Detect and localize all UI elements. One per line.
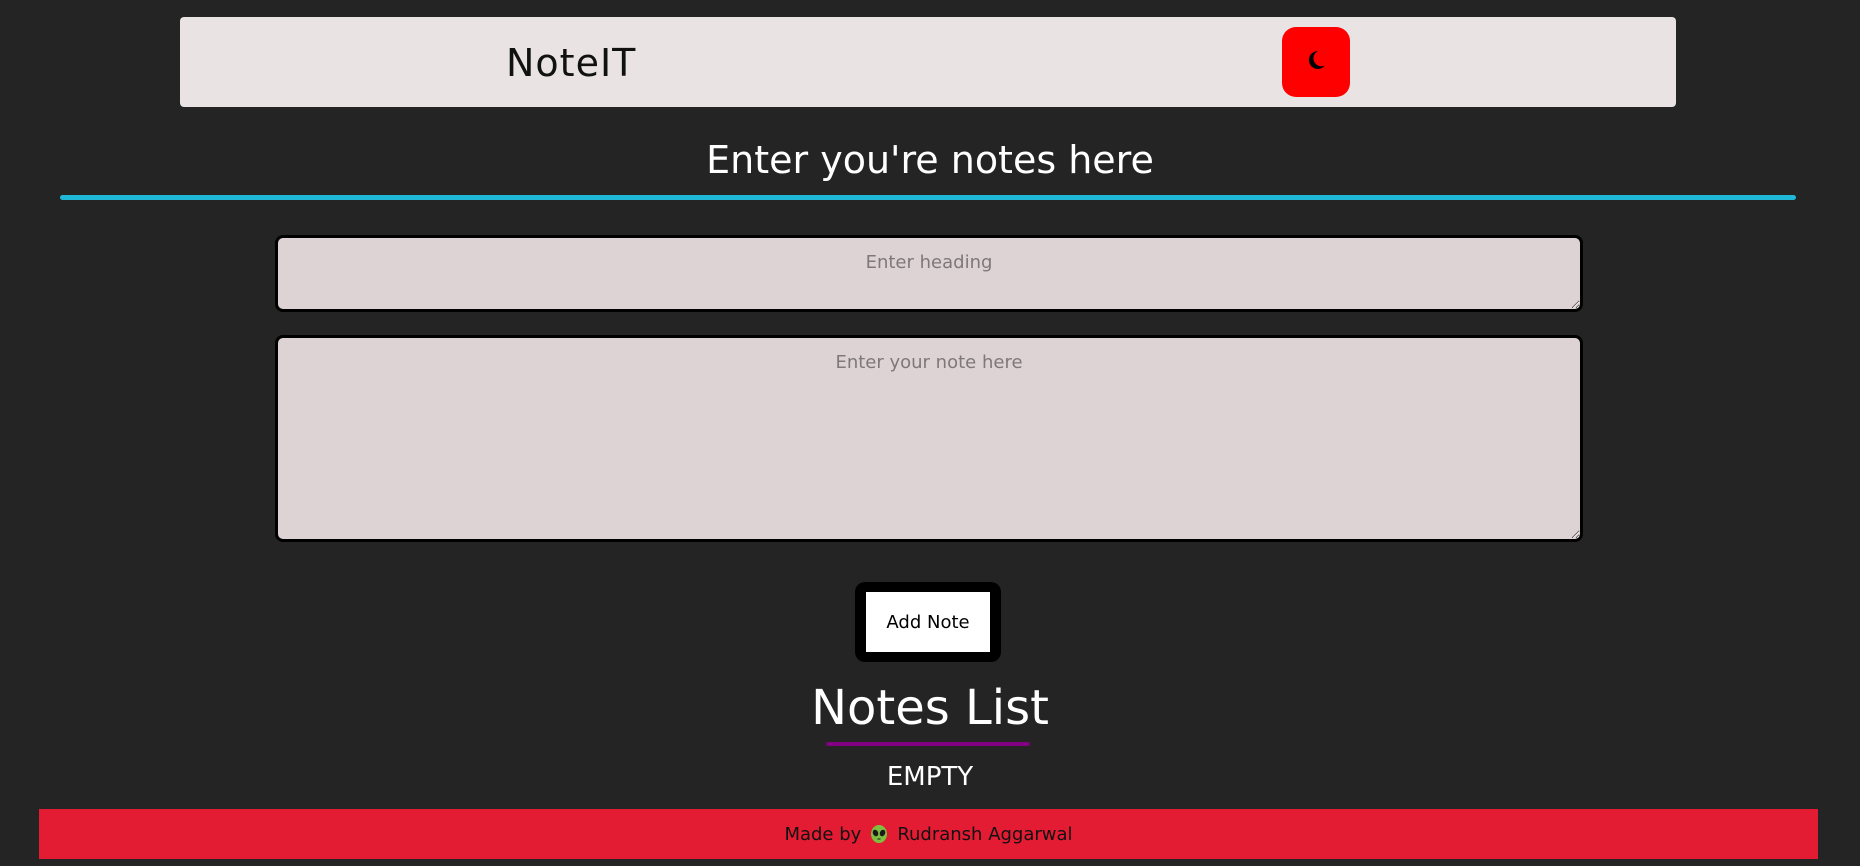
brand-logo[interactable]: NoteIT xyxy=(506,41,636,85)
footer-prefix: Made by xyxy=(784,823,862,845)
notes-list-title: Notes List xyxy=(811,680,1049,736)
notes-list-underline xyxy=(826,742,1030,746)
alien-icon xyxy=(871,825,888,843)
moon-icon xyxy=(1308,50,1325,69)
editor-title: Enter you're notes here xyxy=(706,138,1154,182)
footer: Made by Rudransh Aggarwal xyxy=(39,809,1818,859)
footer-author: Rudransh Aggarwal xyxy=(897,823,1073,845)
note-input[interactable] xyxy=(275,335,1583,542)
notes-empty-message: EMPTY xyxy=(886,762,974,792)
add-note-button[interactable]: Add Note xyxy=(866,592,990,652)
theme-toggle-button[interactable] xyxy=(1282,27,1350,97)
navbar: NoteIT xyxy=(180,17,1676,107)
editor-divider xyxy=(60,195,1796,200)
heading-input[interactable] xyxy=(275,235,1583,312)
add-note-button-frame: Add Note xyxy=(855,582,1001,662)
page: NoteIT Enter you're notes here Add Note … xyxy=(0,0,1860,866)
